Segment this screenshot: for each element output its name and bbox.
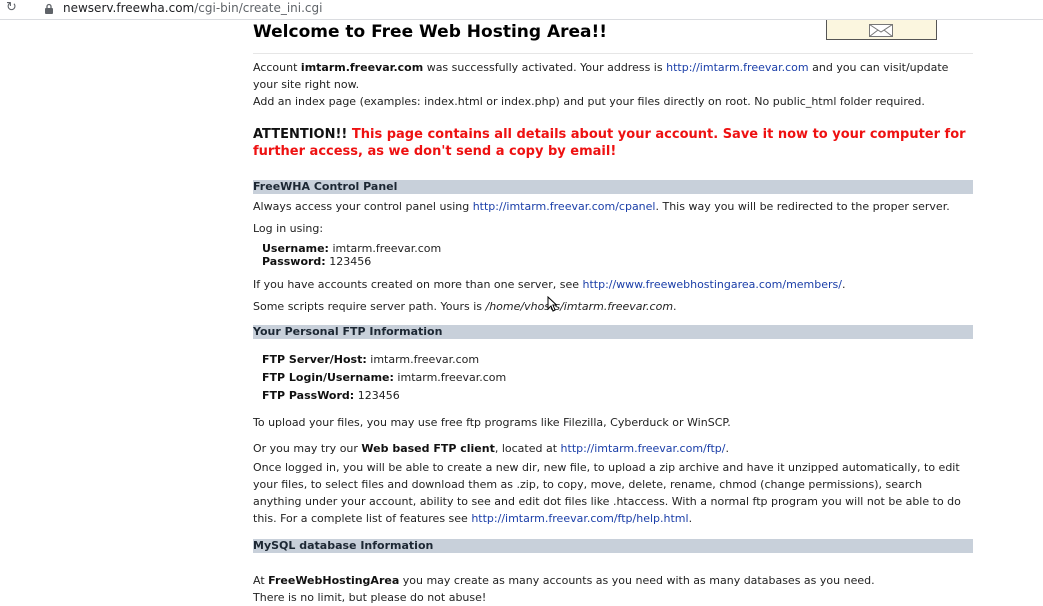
title-divider — [253, 53, 973, 54]
reload-icon[interactable]: ↻ — [6, 1, 17, 15]
account-paragraph: Account imtarm.freevar.com was successfu… — [253, 59, 973, 93]
attention-label: ATTENTION!! — [253, 127, 348, 142]
login-credentials: Username: imtarm.freevar.com Password: 1… — [253, 242, 982, 268]
mysql-line2: There is no limit, but please do not abu… — [253, 591, 487, 604]
web-ftp-prefix: Or you may try our — [253, 442, 362, 455]
ftp-server-label: FTP Server/Host: — [262, 353, 367, 366]
username-value: imtarm.freevar.com — [328, 242, 442, 255]
ftp-login-value: imtarm.freevar.com — [393, 371, 507, 384]
url-path: /cgi-bin/create_ini.cgi — [194, 1, 323, 15]
web-ftp-client-name: Web based FTP client — [361, 442, 495, 455]
ftp-password-value: 123456 — [354, 389, 400, 402]
mouse-cursor-icon — [547, 296, 557, 312]
ftp-features-paragraph: Once logged in, you will be able to crea… — [253, 459, 973, 527]
attention-notice: ATTENTION!! This page contains all detai… — [253, 126, 973, 160]
cpanel-access-suffix: . This way you will be redirected to the… — [655, 200, 950, 213]
ftp-help-link[interactable]: http://imtarm.freevar.com/ftp/help.html — [471, 512, 688, 525]
cpanel-access-prefix: Always access your control panel using — [253, 200, 473, 213]
ftp-features-suffix: . — [688, 512, 693, 525]
mysql-info: At FreeWebHostingArea you may create as … — [253, 572, 973, 606]
web-ftp-link[interactable]: http://imtarm.freevar.com/ftp/ — [561, 442, 726, 455]
multi-prefix: If you have accounts created on more tha… — [253, 278, 583, 291]
login-intro: Log in using: — [253, 222, 324, 235]
account-prefix: Account — [253, 61, 301, 74]
mysql-line1-suffix: you may create as many accounts as you n… — [399, 574, 875, 587]
members-link[interactable]: http://www.freewebhostingarea.com/member… — [582, 278, 842, 291]
mysql-line1-prefix: At — [253, 574, 269, 587]
password-label: Password: — [262, 255, 326, 268]
server-path-value: /home/vhosts/imtarm.freevar.com — [485, 300, 674, 313]
mysql-brand: FreeWebHostingArea — [268, 574, 400, 587]
password-value: 123456 — [325, 255, 372, 268]
section-header-ftp: Your Personal FTP Information — [253, 325, 973, 339]
address-link[interactable]: http://imtarm.freevar.com — [666, 61, 809, 74]
ftp-upload-note: To upload your files, you may use free f… — [253, 416, 731, 429]
multi-server-note: If you have accounts created on more tha… — [253, 276, 973, 293]
server-path-note: Some scripts require server path. Yours … — [253, 298, 973, 315]
url-host: newserv.freewha.com — [63, 1, 195, 15]
header-banner — [826, 20, 937, 40]
control-panel-access: Always access your control panel using h… — [253, 198, 973, 215]
ftp-login-label: FTP Login/Username: — [262, 371, 394, 384]
envelope-icon — [869, 24, 893, 37]
path-prefix: Some scripts require server path. Yours … — [253, 300, 486, 313]
lock-icon[interactable] — [43, 3, 55, 15]
username-label: Username: — [262, 242, 329, 255]
ftp-credentials: FTP Server/Host: imtarm.freevar.com FTP … — [253, 351, 982, 405]
account-middle: was successfully activated. Your address… — [423, 61, 667, 74]
web-ftp-middle: , located at — [494, 442, 561, 455]
page-title: Welcome to Free Web Hosting Area!! — [253, 22, 608, 42]
browser-address-bar: ↻ newserv.freewha.com/cgi-bin/create_ini… — [0, 0, 1043, 20]
ftp-server-value: imtarm.freevar.com — [366, 353, 480, 366]
web-ftp-note: Or you may try our Web based FTP client,… — [253, 440, 973, 457]
intro-block: Account imtarm.freevar.com was successfu… — [253, 59, 973, 110]
url-field[interactable]: newserv.freewha.com/cgi-bin/create_ini.c… — [63, 1, 322, 15]
attention-message: This page contains all details about you… — [253, 127, 966, 159]
section-header-control-panel: FreeWHA Control Panel — [253, 180, 973, 194]
cpanel-link[interactable]: http://imtarm.freevar.com/cpanel — [473, 200, 656, 213]
index-instructions: Add an index page (examples: index.html … — [253, 95, 925, 108]
path-suffix: . — [673, 300, 677, 313]
ftp-password-label: FTP PassWord: — [262, 389, 355, 402]
account-name: imtarm.freevar.com — [300, 61, 424, 74]
multi-suffix: . — [841, 278, 846, 291]
web-ftp-suffix: . — [725, 442, 729, 455]
section-header-mysql: MySQL database Information — [253, 539, 973, 553]
